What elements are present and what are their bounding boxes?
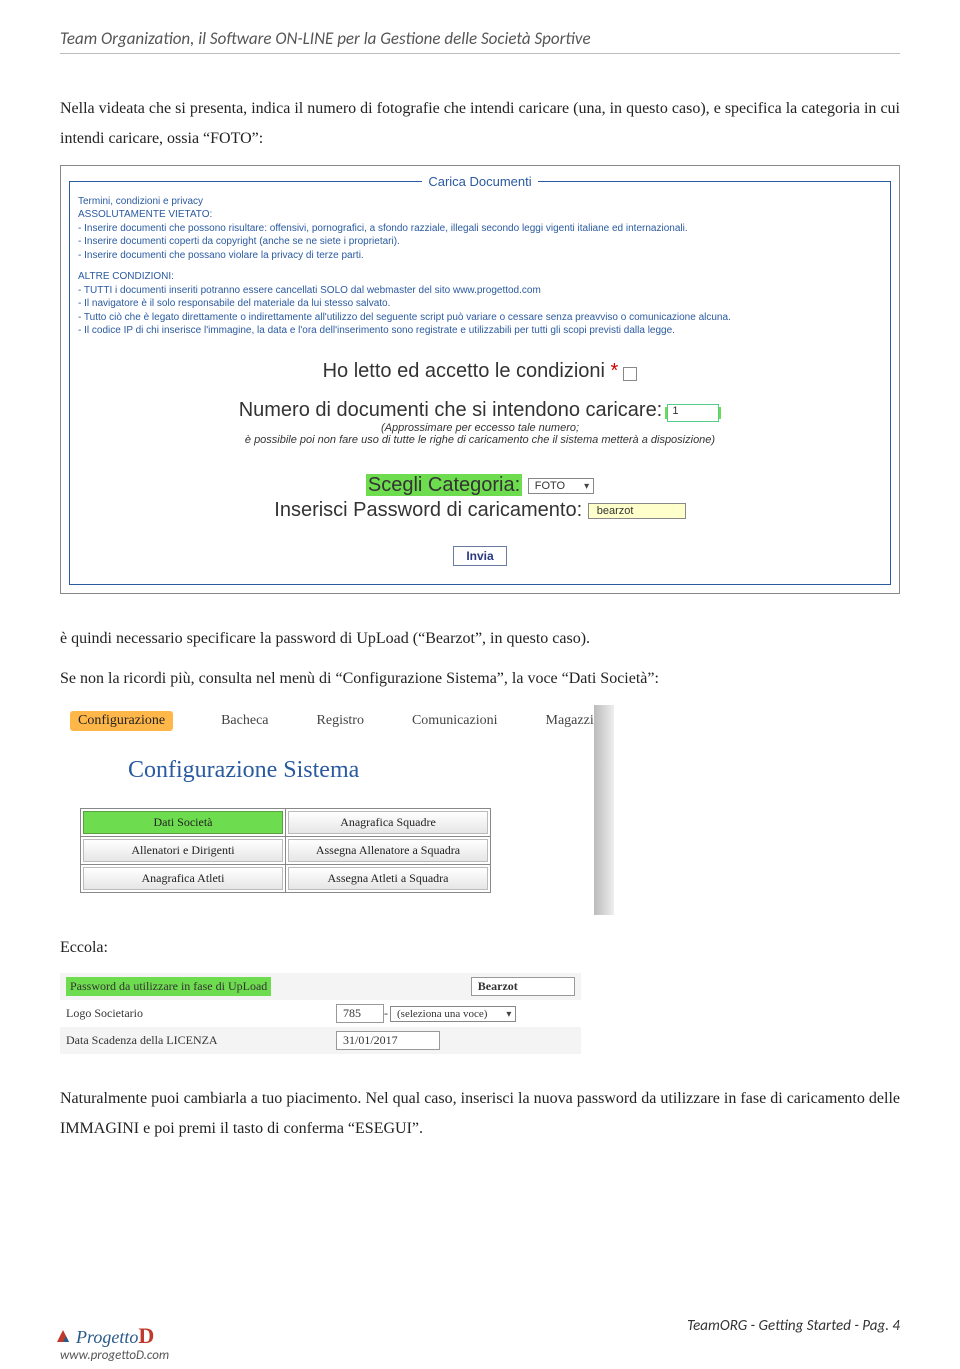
paragraph-menu-note: Se non la ricordi più, consulta nel menù…	[60, 664, 900, 694]
btn-assegna-allenatore[interactable]: Assegna Allenatore a Squadra	[288, 839, 488, 862]
accept-checkbox[interactable]	[623, 367, 637, 381]
invia-button[interactable]: Invia	[453, 546, 506, 566]
approx-line1: (Approssimare per eccesso tale numero;	[78, 422, 882, 434]
settings-value-licenza[interactable]: 31/01/2017	[336, 1031, 440, 1050]
settings-label-licenza: Data Scadenza della LICENZA	[66, 1033, 336, 1048]
submit-row: Invia	[78, 522, 882, 566]
screenshot-carica-documenti: Carica Documenti Termini, condizioni e p…	[60, 165, 900, 594]
tab-bacheca[interactable]: Bacheca	[221, 713, 268, 729]
header-rule	[60, 53, 900, 54]
menu-tabs: Configurazione Bacheca Registro Comunica…	[70, 711, 604, 731]
footer-logo-d: D	[138, 1323, 154, 1348]
btn-anagrafica-squadre[interactable]: Anagrafica Squadre	[288, 811, 488, 834]
btn-anagrafica-atleti[interactable]: Anagrafica Atleti	[83, 867, 283, 890]
settings-row-licenza: Data Scadenza della LICENZA 31/01/2017	[60, 1027, 581, 1054]
settings-label-logo: Logo Societario	[66, 1006, 336, 1021]
footer-logo-text: Progetto	[76, 1327, 138, 1347]
btn-dati-societa[interactable]: Dati Società	[83, 811, 283, 834]
page-header-title: Team Organization, il Software ON-LINE p…	[60, 28, 900, 49]
paragraph-intro: Nella videata che si presenta, indica il…	[60, 94, 900, 155]
fieldset-legend: Carica Documenti	[422, 174, 537, 189]
terms-altre: ALTRE CONDIZIONI:	[78, 270, 882, 284]
footer-page-line: TeamORG - Getting Started - Pag. 4	[687, 1317, 900, 1335]
numdoc-input[interactable]: 1	[667, 404, 719, 422]
password-input[interactable]: bearzot	[588, 503, 686, 519]
terms-title: Termini, condizioni e privacy	[78, 195, 882, 209]
settings-value-upload-pw[interactable]: Bearzot	[471, 977, 575, 996]
screenshot-configurazione: Configurazione Bacheca Registro Comunica…	[60, 705, 614, 915]
paragraph-password-note: è quindi necessario specificare la passw…	[60, 624, 900, 654]
btn-assegna-atleti[interactable]: Assegna Atleti a Squadra	[288, 867, 488, 890]
numdoc-row: Numero di documenti che si intendono car…	[78, 399, 882, 422]
tab-registro[interactable]: Registro	[317, 713, 364, 729]
menu-strip: Configurazione Bacheca Registro Comunica…	[60, 705, 614, 915]
scroll-edge-shadow	[594, 705, 614, 915]
logo-icon	[54, 1327, 72, 1345]
footer-logo: ProgettoD	[54, 1323, 154, 1349]
password-row: Inserisci Password di caricamento: bearz…	[78, 499, 882, 522]
accept-label: Ho letto ed accetto le condizioni	[323, 360, 611, 382]
settings-row-upload-pw: Password da utilizzare in fase di UpLoad…	[60, 973, 581, 1000]
terms-v2: - Inserire documenti coperti da copyrigh…	[78, 235, 882, 249]
screenshot-settings-snippet: Password da utilizzare in fase di UpLoad…	[60, 973, 581, 1054]
paragraph-eccola: Eccola:	[60, 933, 900, 963]
terms-a2: - Il navigatore è il solo responsabile d…	[78, 297, 882, 311]
required-star-icon: *	[611, 360, 619, 382]
footer-url: www.progettoD.com	[60, 1348, 169, 1363]
settings-label-upload-pw: Password da utilizzare in fase di UpLoad	[66, 977, 271, 996]
terms-vietato: ASSOLUTAMENTE VIETATO:	[78, 208, 882, 222]
terms-a1: - TUTTI i documenti inseriti potranno es…	[78, 284, 882, 298]
category-row: Scegli Categoria: FOTO	[78, 474, 882, 497]
terms-a3: - Tutto ciò che è legato direttamente o …	[78, 311, 882, 325]
category-label: Scegli Categoria:	[366, 474, 522, 496]
terms-a4: - Il codice IP di chi inserisce l'immagi…	[78, 324, 882, 338]
category-select[interactable]: FOTO	[528, 478, 594, 494]
fieldset-carica: Carica Documenti Termini, condizioni e p…	[69, 174, 891, 585]
paragraph-outro: Naturalmente puoi cambiarla a tuo piacim…	[60, 1084, 900, 1145]
terms-v1: - Inserire documenti che possono risulta…	[78, 222, 882, 236]
numdoc-highlight: 1	[665, 407, 721, 419]
btn-allenatori-dirigenti[interactable]: Allenatori e Dirigenti	[83, 839, 283, 862]
configurazione-table: Dati Società Anagrafica Squadre Allenato…	[80, 808, 491, 893]
terms-v3: - Inserire documenti che possano violare…	[78, 249, 882, 263]
settings-row-logo: Logo Societario 785 - (seleziona una voc…	[60, 1000, 581, 1027]
accept-row: Ho letto ed accetto le condizioni *	[78, 360, 882, 383]
configurazione-title: Configurazione Sistema	[128, 757, 604, 784]
tab-comunicazioni[interactable]: Comunicazioni	[412, 713, 498, 729]
numdoc-label: Numero di documenti che si intendono car…	[239, 399, 663, 421]
terms-block: Termini, condizioni e privacy ASSOLUTAME…	[78, 195, 882, 338]
approx-line2: è possibile poi non fare uso di tutte le…	[78, 434, 882, 446]
settings-select-logo[interactable]: (seleziona una voce)	[390, 1006, 516, 1022]
page: Team Organization, il Software ON-LINE p…	[0, 0, 960, 1369]
tab-configurazione[interactable]: Configurazione	[70, 711, 173, 731]
settings-value-logo-id[interactable]: 785	[336, 1004, 384, 1023]
password-label: Inserisci Password di caricamento:	[274, 499, 582, 521]
